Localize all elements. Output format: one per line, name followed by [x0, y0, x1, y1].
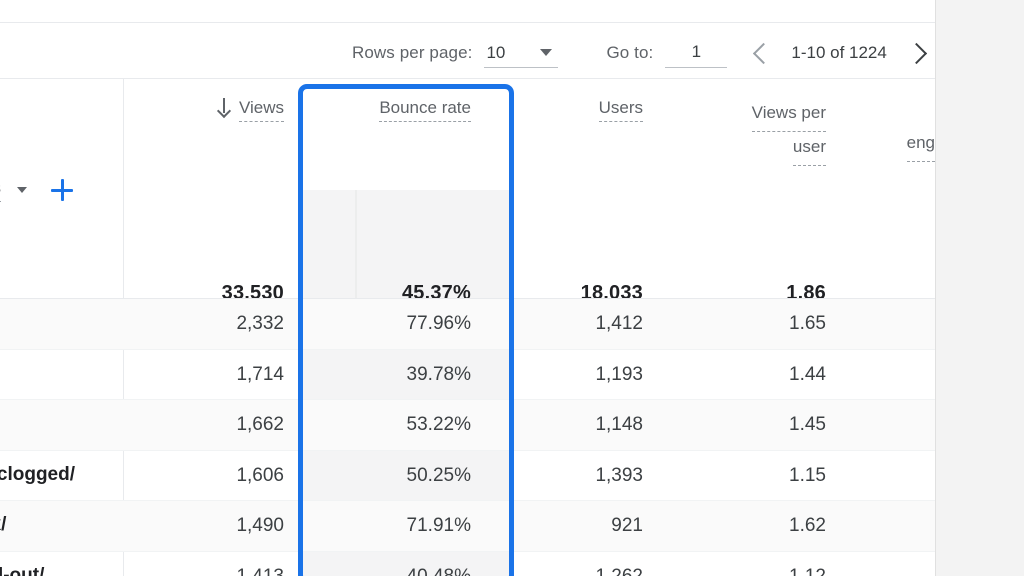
- cell-views-per-user: 1.15: [789, 464, 826, 486]
- column-header-bounce-rate[interactable]: Bounce rate: [303, 98, 511, 122]
- cell-bounce-rate: 50.25%: [406, 464, 471, 486]
- column-header-users[interactable]: Users: [523, 98, 643, 122]
- cell-bounce-rate: 71.91%: [406, 515, 471, 536]
- table-row[interactable]: ax/ 1,490 71.91% 921 1.62: [0, 501, 935, 552]
- goto-page-input[interactable]: [665, 38, 728, 68]
- cell-bounce-rate: 40.48%: [406, 565, 471, 576]
- cell-bounce-rate: 39.78%: [406, 363, 471, 385]
- table-row[interactable]: nd-out/ 1,413 40.48% 1,262 1.12: [0, 552, 935, 576]
- cell-bounce-rate: 53.22%: [406, 414, 471, 435]
- cell-dimension: s-clogged/: [0, 463, 76, 485]
- rows-per-page-label: Rows per page:: [352, 43, 473, 62]
- chevron-right-icon[interactable]: [907, 40, 933, 66]
- table-row[interactable]: 1,714 39.78% 1,193 1.44: [0, 350, 935, 400]
- cell-users: 1,412: [595, 313, 643, 334]
- page-gutter: [936, 0, 1024, 576]
- cell-views-per-user: 1.45: [789, 414, 826, 435]
- data-table: ss Views Bounce rate Users Views per use…: [0, 78, 935, 576]
- cell-views: 1,606: [236, 464, 284, 486]
- table-row[interactable]: 1,662 53.22% 1,148 1.45: [0, 400, 935, 451]
- column-header-views-label: Views: [238, 98, 284, 122]
- cell-views-per-user: 1.65: [789, 313, 826, 334]
- column-header-users-label: Users: [598, 98, 643, 122]
- cell-users: 1,148: [595, 414, 643, 435]
- table-header-row: ss Views Bounce rate Users Views per use…: [0, 78, 935, 202]
- cell-dimension: ax/: [0, 514, 7, 535]
- goto-label: Go to:: [606, 43, 654, 62]
- pagination-range-text: 1-10 of 1224: [791, 43, 887, 62]
- cell-users: 1,262: [595, 565, 643, 576]
- cell-users: 1,393: [595, 464, 643, 486]
- chevron-left-icon[interactable]: [749, 40, 775, 66]
- pagination-controls: Rows per page: 10 Go to: 1-10 of 1224: [352, 30, 933, 76]
- column-header-views-per-user-line1: Views per: [751, 98, 826, 132]
- table-toolbar: Rows per page: 10 Go to: 1-10 of 1224: [0, 0, 935, 78]
- rows-per-page-select[interactable]: 10: [484, 38, 559, 68]
- cell-users: 921: [611, 515, 643, 536]
- table-row[interactable]: 2,332 77.96% 1,412 1.65: [0, 299, 935, 350]
- cell-bounce-rate: 77.96%: [406, 313, 471, 334]
- caret-down-icon: [540, 49, 553, 56]
- cell-views-per-user: 1.62: [789, 515, 826, 536]
- cell-views-per-user: 1.12: [789, 565, 826, 576]
- cell-views: 1,490: [236, 515, 284, 536]
- column-header-engagement[interactable]: eng: [846, 98, 935, 162]
- table-summary-row: 33,530 100% of total 45.37% Avg 0% 18,03…: [0, 190, 935, 331]
- sort-descending-arrow-icon: [218, 98, 231, 116]
- table-row[interactable]: s-clogged/ 1,606 50.25% 1,393 1.15: [0, 451, 935, 501]
- cell-users: 1,193: [595, 363, 643, 385]
- cell-views-per-user: 1.44: [789, 363, 826, 385]
- analytics-report-screen: Rows per page: 10 Go to: 1-10 of 1224 ss: [0, 0, 1024, 576]
- column-header-views-per-user-line2: user: [792, 132, 826, 166]
- cell-views: 1,662: [236, 414, 284, 435]
- table-body: 2,332 77.96% 1,412 1.65 1,714 39.78% 1,1…: [0, 299, 935, 576]
- cell-views: 2,332: [236, 313, 284, 334]
- column-header-views[interactable]: Views: [204, 98, 284, 122]
- cell-views: 1,714: [236, 363, 284, 385]
- column-header-engagement-label: eng: [906, 128, 935, 162]
- column-header-bounce-rate-label: Bounce rate: [379, 98, 471, 122]
- cell-views: 1,413: [236, 565, 284, 576]
- toolbar-divider: [0, 22, 935, 23]
- cell-dimension: nd-out/: [0, 564, 45, 576]
- column-header-views-per-user[interactable]: Views per user: [663, 98, 826, 166]
- rows-per-page-value: 10: [486, 42, 506, 62]
